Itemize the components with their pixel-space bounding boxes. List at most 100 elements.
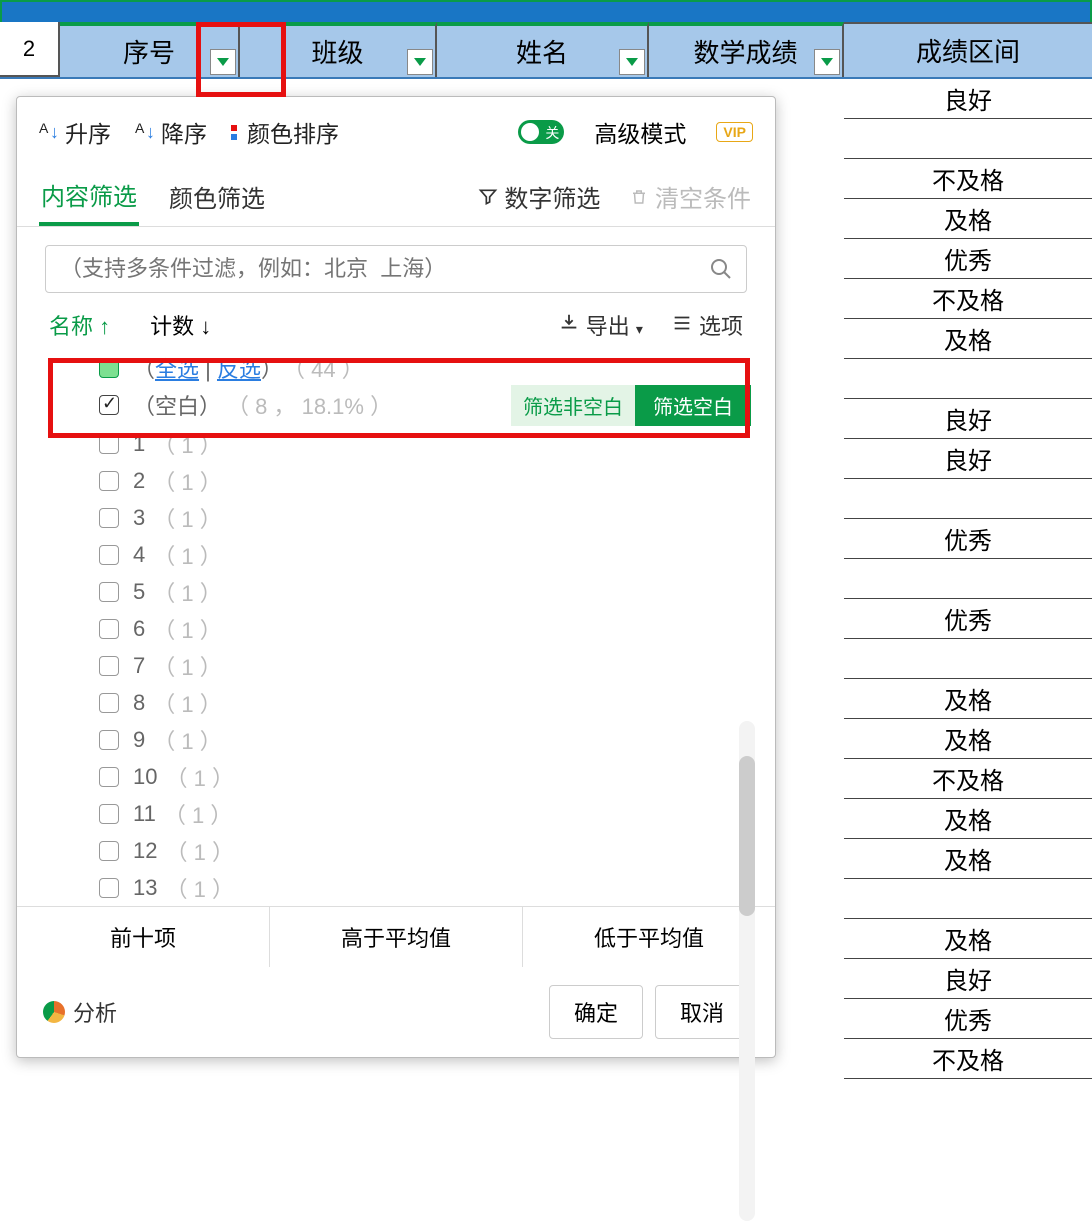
above-average-button[interactable]: 高于平均值: [270, 907, 523, 967]
filter-not-blank-button[interactable]: 筛选非空白: [511, 385, 635, 426]
checkbox-checked-icon[interactable]: [99, 395, 119, 415]
filter-dropdown-icon[interactable]: [407, 49, 433, 75]
tab-color-filter[interactable]: 颜色筛选: [167, 171, 267, 224]
data-cell[interactable]: [844, 479, 1092, 519]
filter-item[interactable]: 4 （ 1 ）: [47, 536, 757, 573]
data-cell[interactable]: 及格: [844, 199, 1092, 239]
filter-item[interactable]: 13 （ 1 ）: [47, 869, 757, 906]
data-cell[interactable]: 良好: [844, 959, 1092, 999]
data-cell[interactable]: [844, 639, 1092, 679]
scrollbar[interactable]: [739, 721, 755, 1221]
data-cell[interactable]: [844, 879, 1092, 919]
checkbox-icon[interactable]: [99, 656, 119, 676]
filter-dropdown-icon[interactable]: [814, 49, 840, 75]
data-cell[interactable]: 良好: [844, 439, 1092, 479]
filter-dropdown-icon[interactable]: [619, 49, 645, 75]
sort-by-count[interactable]: 计数 ↓: [150, 309, 211, 341]
data-cell[interactable]: [844, 119, 1092, 159]
row-number[interactable]: 2: [0, 22, 60, 77]
ok-button[interactable]: 确定: [549, 985, 643, 1039]
filter-item[interactable]: 10 （ 1 ）: [47, 758, 757, 795]
sort-by-name[interactable]: 名称 ↑: [49, 309, 110, 341]
color-sort-icon: [231, 125, 237, 140]
advanced-mode-toggle[interactable]: [518, 120, 564, 144]
clear-conditions-button[interactable]: 清空条件: [628, 171, 753, 224]
checkbox-icon[interactable]: [99, 471, 119, 491]
checkbox-icon[interactable]: [99, 804, 119, 824]
filter-value-list[interactable]: （全选 | 反选） （ 44 ） （空白） （ 8 ， 18.1% ） 筛选非空…: [17, 351, 775, 906]
export-button[interactable]: 导出 ▾: [558, 309, 643, 341]
cancel-button[interactable]: 取消: [655, 985, 749, 1039]
tab-content-filter[interactable]: 内容筛选: [39, 169, 139, 226]
data-cell[interactable]: [844, 359, 1092, 399]
invert-selection-link[interactable]: 反选: [217, 357, 261, 382]
checkbox-partial-icon[interactable]: [99, 358, 119, 378]
scrollbar-thumb[interactable]: [739, 756, 755, 916]
checkbox-icon[interactable]: [99, 619, 119, 639]
sort-asc-icon: [39, 120, 59, 144]
checkbox-icon[interactable]: [99, 878, 119, 898]
data-cell[interactable]: 优秀: [844, 239, 1092, 279]
filter-item[interactable]: 1 （ 1 ）: [47, 425, 757, 462]
filter-item[interactable]: 12 （ 1 ）: [47, 832, 757, 869]
checkbox-icon[interactable]: [99, 582, 119, 602]
top-ten-button[interactable]: 前十项: [17, 907, 270, 967]
data-cell[interactable]: 及格: [844, 719, 1092, 759]
checkbox-icon[interactable]: [99, 841, 119, 861]
tab-number-filter[interactable]: 数字筛选: [476, 171, 603, 224]
checkbox-icon[interactable]: [99, 434, 119, 454]
header-math-score[interactable]: 数学成绩: [649, 22, 844, 77]
export-icon: [558, 312, 580, 334]
checkbox-icon[interactable]: [99, 508, 119, 528]
search-icon[interactable]: [709, 257, 733, 281]
data-cell[interactable]: 及格: [844, 799, 1092, 839]
grade-range-column: 良好不及格及格优秀不及格及格良好良好优秀优秀及格及格不及格及格及格及格良好优秀不…: [844, 79, 1092, 1079]
header-name[interactable]: 姓名: [437, 22, 649, 77]
sort-descending-button[interactable]: 降序: [135, 115, 207, 149]
data-cell[interactable]: 良好: [844, 399, 1092, 439]
data-cell[interactable]: 不及格: [844, 159, 1092, 199]
title-bar: [0, 0, 1092, 22]
data-cell[interactable]: 优秀: [844, 999, 1092, 1039]
vip-badge: VIP: [716, 122, 753, 142]
filter-blank-button[interactable]: 筛选空白: [635, 385, 751, 426]
filter-item[interactable]: 2 （ 1 ）: [47, 462, 757, 499]
options-button[interactable]: 选项: [671, 309, 743, 341]
filter-item[interactable]: 11 （ 1 ）: [47, 795, 757, 832]
checkbox-icon[interactable]: [99, 545, 119, 565]
data-cell[interactable]: 及格: [844, 679, 1092, 719]
checkbox-icon[interactable]: [99, 767, 119, 787]
advanced-mode-label: 高级模式: [594, 115, 686, 149]
filter-item[interactable]: 7 （ 1 ）: [47, 647, 757, 684]
data-cell[interactable]: 及格: [844, 319, 1092, 359]
filter-panel: 升序 降序 颜色排序 高级模式 VIP 内容筛选 颜色筛选 数字筛选 清空条件 …: [16, 96, 776, 1058]
filter-item[interactable]: 5 （ 1 ）: [47, 573, 757, 610]
checkbox-icon[interactable]: [99, 730, 119, 750]
filter-item[interactable]: 3 （ 1 ）: [47, 499, 757, 536]
data-cell[interactable]: [844, 559, 1092, 599]
blank-row[interactable]: （空白） （ 8 ， 18.1% ） 筛选非空白 筛选空白: [47, 385, 757, 425]
data-cell[interactable]: 优秀: [844, 599, 1092, 639]
data-cell[interactable]: 优秀: [844, 519, 1092, 559]
color-sort-button[interactable]: 颜色排序: [231, 115, 339, 149]
select-all-row[interactable]: （全选 | 反选） （ 44 ）: [47, 351, 757, 385]
sort-ascending-button[interactable]: 升序: [39, 115, 111, 149]
data-cell[interactable]: 及格: [844, 919, 1092, 959]
data-cell[interactable]: 不及格: [844, 759, 1092, 799]
filter-item[interactable]: 6 （ 1 ）: [47, 610, 757, 647]
checkbox-icon[interactable]: [99, 693, 119, 713]
sort-desc-icon: [135, 120, 155, 144]
data-cell[interactable]: 不及格: [844, 279, 1092, 319]
filter-item[interactable]: 8 （ 1 ）: [47, 684, 757, 721]
filter-item[interactable]: 9 （ 1 ）: [47, 721, 757, 758]
data-cell[interactable]: 及格: [844, 839, 1092, 879]
below-average-button[interactable]: 低于平均值: [523, 907, 775, 967]
quick-filter-row: 前十项 高于平均值 低于平均值: [17, 906, 775, 967]
menu-icon: [671, 312, 693, 334]
data-cell[interactable]: 不及格: [844, 1039, 1092, 1079]
header-grade-range[interactable]: 成绩区间: [844, 22, 1092, 77]
analysis-button[interactable]: 分析: [43, 996, 117, 1028]
data-cell[interactable]: 良好: [844, 79, 1092, 119]
filter-search-input[interactable]: [45, 245, 747, 293]
select-all-link[interactable]: 全选: [155, 357, 199, 382]
